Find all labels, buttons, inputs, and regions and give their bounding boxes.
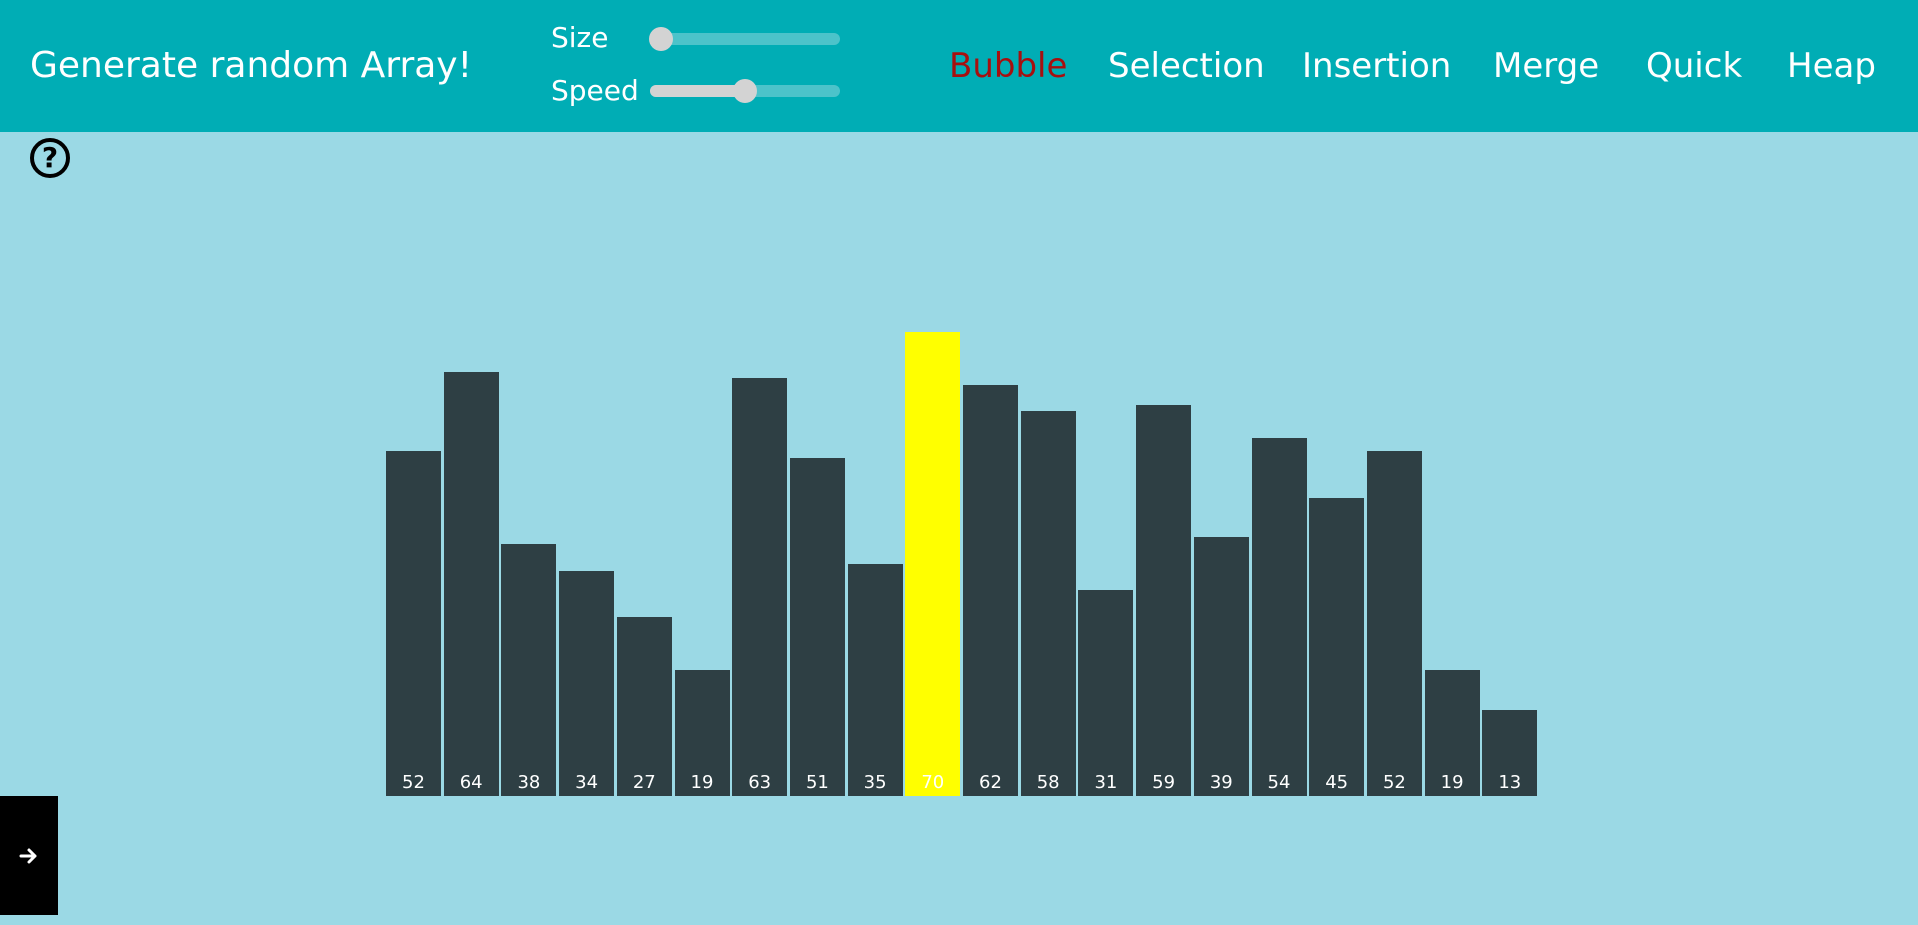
algo-bubble[interactable]: Bubble [949, 43, 1067, 89]
bar-8 [847, 563, 903, 796]
bar-19 [1482, 709, 1538, 796]
bar-value-label: 63 [748, 772, 772, 793]
speed-slider[interactable] [650, 79, 840, 103]
algo-heap[interactable]: Heap [1787, 43, 1876, 89]
bar-2 [501, 544, 557, 796]
bar-17 [1366, 451, 1422, 796]
bar-value-label: 38 [517, 772, 541, 793]
bar-value-label: 62 [979, 772, 1002, 793]
bar-value-label: 45 [1325, 772, 1349, 793]
bar-value-label: 19 [690, 772, 714, 793]
speed-label: Speed [551, 74, 639, 107]
bar-value-label: 70 [921, 772, 945, 793]
bar-value-label: 52 [402, 772, 425, 793]
algo-merge[interactable]: Merge [1493, 43, 1599, 89]
size-slider[interactable] [649, 27, 840, 51]
size-label: Size [551, 21, 609, 54]
bar-14 [1193, 537, 1249, 796]
size-slider-thumb[interactable] [649, 27, 674, 51]
bar-chart: 52 64 38 34 27 19 63 51 35 70 62 58 31 59 39 54 45 52 19 13 [0, 0, 1918, 925]
bar-value-label: 64 [459, 772, 483, 793]
bar-7 [789, 457, 845, 796]
generate-array-button[interactable]: Generate random Array! [30, 43, 472, 89]
bar-5 [674, 670, 730, 796]
bar-value-label: 54 [1267, 772, 1291, 793]
bar-value-label: 35 [863, 772, 887, 793]
arrow-right-icon [19, 848, 37, 863]
bar-0 [386, 451, 441, 796]
bar-value-label: 52 [1382, 772, 1406, 793]
bar-value-label: 51 [805, 772, 829, 793]
bar-15 [1251, 437, 1307, 796]
bar-value-label: 39 [1209, 772, 1233, 793]
bar-value-label: 19 [1440, 772, 1464, 793]
help-question-icon[interactable]: ? [30, 138, 70, 178]
bar-18 [1424, 670, 1480, 796]
algo-insertion[interactable]: Insertion [1302, 43, 1451, 89]
speed-slider-fill [650, 85, 745, 97]
bar-1 [443, 371, 499, 796]
bar-9 [905, 331, 961, 796]
bar-value-label: 58 [1036, 772, 1060, 793]
bar-value-label: 34 [575, 772, 599, 793]
bar-6 [732, 378, 788, 796]
algo-quick[interactable]: Quick [1646, 43, 1742, 89]
algo-selection[interactable]: Selection [1108, 43, 1265, 89]
bar-12 [1078, 590, 1134, 796]
bar-4 [616, 616, 672, 796]
bar-16 [1309, 497, 1365, 796]
side-arrow-button[interactable] [0, 796, 58, 915]
bar-11 [1020, 411, 1076, 796]
bar-3 [559, 570, 615, 796]
top-navbar: Generate random Array! Size Speed Bubble… [0, 0, 1918, 132]
bar-13 [1136, 404, 1192, 796]
bar-value-label: 59 [1152, 772, 1176, 793]
bar-value-label: 31 [1094, 772, 1118, 793]
bar-10 [963, 384, 1018, 796]
bar-value-label: 13 [1498, 772, 1522, 793]
speed-slider-thumb[interactable] [733, 79, 757, 103]
bar-value-label: 27 [632, 772, 656, 793]
